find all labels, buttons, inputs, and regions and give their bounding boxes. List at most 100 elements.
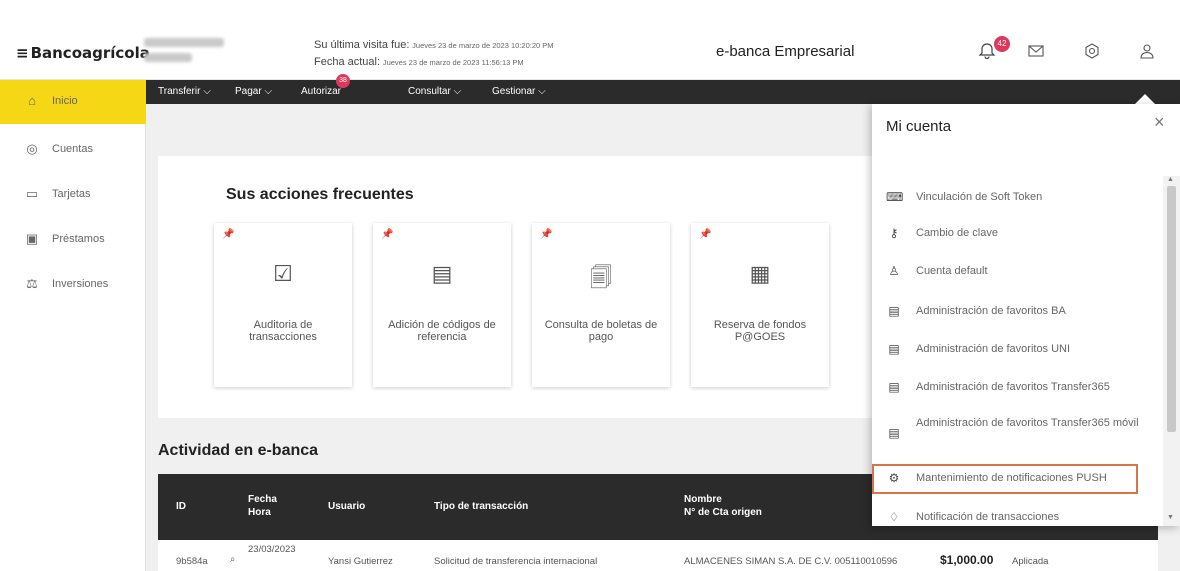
- card-adicion-codigos[interactable]: 📌 ▤ Adición de códigos de referencia: [373, 223, 511, 387]
- sidebar-item-prestamos[interactable]: ▣ Préstamos: [0, 218, 146, 262]
- settings-icon[interactable]: [1081, 42, 1103, 64]
- table-row[interactable]: 9b584a ⌕ 23/03/2023 Yansi Gutierrez Soli…: [158, 540, 1158, 571]
- current-date-label: Fecha actual:: [314, 56, 381, 68]
- search-icon[interactable]: ⌕: [230, 554, 235, 565]
- favorites-icon: ▤: [888, 304, 900, 318]
- top-header: ≡ Bancoagrícola Su última visita fue: Jue…: [0, 0, 1180, 80]
- cell-nombre: ALMACENES SIMAN S.A. DE C.V. 00511001059…: [684, 556, 898, 567]
- pin-icon[interactable]: 📌: [699, 229, 711, 240]
- th-id: ID: [176, 501, 186, 512]
- menu-item-cambio-clave[interactable]: ⚷ Cambio de clave: [872, 226, 1166, 248]
- bank-logo[interactable]: ≡ Bancoagrícola: [16, 44, 150, 62]
- menu-item-label: Administración de favoritos Transfer365: [916, 381, 1110, 393]
- card-auditoria[interactable]: 📌 ☑ Auditoria de transacciones: [214, 223, 352, 387]
- home-icon: ⌂: [28, 93, 36, 108]
- nav-pagar[interactable]: Pagar ⌵: [235, 86, 272, 97]
- close-icon[interactable]: ×: [1154, 112, 1165, 133]
- cell-usuario: Yansi Gutierrez: [328, 556, 393, 567]
- menu-item-notificacion-transacciones[interactable]: ♢ Notificación de transacciones: [872, 510, 1166, 526]
- th-fecha: Fecha: [248, 494, 277, 505]
- calendar-icon: ▦: [749, 261, 771, 286]
- th-usuario: Usuario: [328, 501, 366, 512]
- scroll-thumb[interactable]: [1167, 186, 1176, 432]
- menu-item-favoritos-uni[interactable]: ▤ Administración de favoritos UNI: [872, 342, 1166, 364]
- menu-item-cuenta-default[interactable]: ♙ Cuenta default: [872, 264, 1166, 286]
- nav-gestionar[interactable]: Gestionar ⌵: [492, 86, 546, 97]
- activity-title: Actividad en e-banca: [158, 442, 319, 459]
- favorites-icon: ▤: [888, 426, 900, 440]
- menu-item-label: Notificación de transacciones: [916, 511, 1060, 523]
- menu-item-favoritos-transfer365[interactable]: ▤ Administración de favoritos Transfer36…: [872, 380, 1166, 402]
- logo-text: Bancoagrícola: [30, 44, 150, 62]
- menu-item-label: Administración de favoritos Transfer365 …: [916, 417, 1139, 429]
- card-label: Auditoria de transacciones: [249, 319, 317, 343]
- reference-codes-icon: ▤: [431, 261, 453, 286]
- menu-item-label: Mantenimiento de notificaciones PUSH: [916, 472, 1107, 484]
- scroll-up-arrow[interactable]: ▲: [1167, 176, 1174, 183]
- account-default-icon: ♙: [888, 264, 900, 278]
- panel-title: Mi cuenta: [886, 118, 952, 135]
- cell-estado: Aplicada: [1012, 556, 1049, 567]
- card-label: Consulta de boletas de pago: [544, 319, 658, 343]
- sidebar-item-inicio[interactable]: ⌂ Inicio: [0, 80, 146, 124]
- sidebar-item-label: Tarjetas: [52, 188, 91, 200]
- menu-item-notificaciones-push[interactable]: ⚙ Mantenimiento de notificaciones PUSH: [872, 464, 1138, 494]
- nav-autorizar-badge: 38: [336, 74, 350, 88]
- cell-fecha: 23/03/2023: [248, 544, 296, 555]
- menu-item-favoritos-ba[interactable]: ▤ Administración de favoritos BA: [872, 304, 1166, 326]
- card-consulta-boletas[interactable]: 📌 🗐 Consulta de boletas de pago: [532, 223, 670, 387]
- mail-icon[interactable]: [1025, 42, 1047, 64]
- sidebar-item-label: Inicio: [52, 95, 78, 107]
- pin-icon[interactable]: 📌: [540, 229, 552, 240]
- menu-item-soft-token[interactable]: ⌨ Vinculación de Soft Token: [872, 190, 1166, 212]
- th-hora: Hora: [248, 507, 271, 518]
- menu-item-label: Administración de favoritos BA: [916, 305, 1066, 317]
- sidebar-item-label: Inversiones: [52, 278, 109, 290]
- favorites-icon: ▤: [888, 342, 900, 356]
- cell-monto: $1,000.00: [940, 553, 994, 567]
- accounts-icon: ◎: [26, 141, 38, 156]
- favorites-icon: ▤: [888, 380, 900, 394]
- last-visit-value: Jueves 23 de marzo de 2023 10:20:20 PM: [412, 41, 554, 50]
- card-label: Reserva de fondos P@GOES: [713, 319, 807, 343]
- logo-mark: ≡: [16, 44, 29, 62]
- th-tipo: Tipo de transacción: [434, 501, 529, 512]
- frequent-actions-title: Sus acciones frecuentes: [226, 186, 414, 203]
- payment-slips-icon: 🗐: [590, 265, 612, 290]
- sidebar-item-tarjetas[interactable]: ▭ Tarjetas: [0, 173, 146, 217]
- key-icon: ⚷: [889, 226, 899, 240]
- page-title: e-banca Empresarial: [716, 43, 855, 60]
- current-date-value: Jueves 23 de marzo de 2023 11:56:13 PM: [382, 58, 524, 67]
- sidebar-item-inversiones[interactable]: ⚖ Inversiones: [0, 263, 146, 307]
- loans-icon: ▣: [25, 231, 39, 246]
- menu-item-label: Cambio de clave: [916, 227, 998, 239]
- menu-item-favoritos-transfer365-movil[interactable]: ▤ Administración de favoritos Transfer36…: [872, 416, 1166, 450]
- user-icon[interactable]: [1136, 42, 1158, 64]
- menu-item-label: Administración de favoritos UNI: [916, 343, 1071, 355]
- cards-icon: ▭: [25, 186, 39, 201]
- nav-autorizar[interactable]: Autorizar: [301, 86, 341, 97]
- investments-icon: ⚖: [26, 276, 38, 291]
- scroll-down-arrow[interactable]: ▼: [1167, 514, 1174, 521]
- th-nombre: Nombre: [684, 494, 722, 505]
- card-label: Adición de códigos de referencia: [388, 319, 496, 343]
- notification-icon: ♢: [888, 510, 900, 524]
- sidebar: ⌂ Inicio ◎ Cuentas ▭ Tarjetas ▣ Préstamo…: [0, 80, 146, 571]
- sidebar-item-cuentas[interactable]: ◎ Cuentas: [0, 128, 146, 172]
- sidebar-item-label: Préstamos: [52, 233, 105, 245]
- menu-item-label: Cuenta default: [916, 265, 988, 277]
- th-cta: N° de Cta origen: [684, 507, 762, 518]
- last-visit-label: Su última visita fue:: [314, 39, 410, 51]
- panel-menu-list: ⌨ Vinculación de Soft Token ⚷ Cambio de …: [872, 168, 1166, 526]
- cell-id: 9b584a: [176, 556, 208, 567]
- audit-icon: ☑: [273, 261, 293, 286]
- card-reserva-fondos[interactable]: 📌 ▦ Reserva de fondos P@GOES: [691, 223, 829, 387]
- pin-icon[interactable]: 📌: [222, 229, 234, 240]
- panel-pointer: [1135, 94, 1155, 104]
- panel-scrollbar[interactable]: ▲ ▼: [1163, 176, 1180, 526]
- nav-transferir[interactable]: Transferir ⌵: [158, 86, 211, 97]
- nav-consultar[interactable]: Consultar ⌵: [408, 86, 461, 97]
- main-nav: Transferir ⌵ Pagar ⌵ Autorizar 38 Consul…: [146, 74, 1180, 104]
- mi-cuenta-panel: Mi cuenta × ⌨ Vinculación de Soft Token …: [872, 104, 1180, 526]
- pin-icon[interactable]: 📌: [381, 229, 393, 240]
